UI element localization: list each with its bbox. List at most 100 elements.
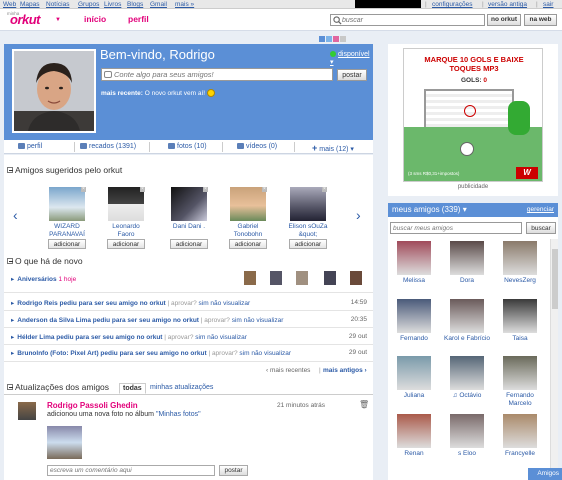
birthdays-row[interactable]: ▸ Aniversários 1 hoje: [11, 275, 367, 283]
friend-photo[interactable]: ×: [230, 187, 267, 221]
suggested-friends-header[interactable]: Amigos sugeridos pelo orkut: [7, 165, 122, 175]
topbar-link-mais[interactable]: mais »: [175, 0, 194, 9]
topbar-link-blogs[interactable]: Blogs: [127, 0, 143, 9]
friend-name[interactable]: NevesZerg: [497, 277, 543, 285]
view-link[interactable]: visualizar: [223, 300, 250, 307]
friend-card[interactable]: Karol e Fabrício: [444, 299, 490, 343]
topbar-link-mapas[interactable]: Mapas: [20, 0, 40, 9]
nav-tab-perfil[interactable]: perfil: [128, 14, 149, 24]
friend-card[interactable]: Fernando Marcelo: [497, 356, 543, 408]
post-button[interactable]: postar: [337, 69, 367, 81]
friend-photo[interactable]: [450, 299, 484, 333]
search-orkut-button[interactable]: no orkut: [487, 14, 521, 26]
tab-videos[interactable]: vídeos (0): [237, 143, 277, 150]
avatar[interactable]: [12, 49, 96, 133]
friend-card[interactable]: Fernando: [391, 299, 437, 343]
friend-name[interactable]: Juliana: [391, 392, 437, 400]
close-icon[interactable]: ×: [322, 187, 327, 192]
friend-photo[interactable]: [397, 299, 431, 333]
tab-all-updates[interactable]: todas: [119, 383, 146, 394]
comment-post-button[interactable]: postar: [219, 465, 248, 476]
friend-name[interactable]: Francyelle: [497, 450, 543, 458]
approve-no-link[interactable]: não: [251, 350, 262, 357]
topbar-link-noticias[interactable]: Notícias: [46, 0, 69, 9]
friend-photo[interactable]: [450, 356, 484, 390]
close-icon[interactable]: ×: [81, 187, 86, 192]
friend-thumbnail[interactable]: [270, 271, 282, 285]
approve-no-link[interactable]: não: [244, 317, 255, 324]
recent-status-link[interactable]: O novo orkut vem aí!: [145, 90, 205, 97]
topbar-link-gmail[interactable]: Gmail: [150, 0, 167, 9]
album-link[interactable]: "Minhas fotos": [156, 411, 201, 418]
theme-color-grey[interactable]: [340, 36, 346, 42]
topbar-link-grupos[interactable]: Grupos: [78, 0, 99, 9]
news-header[interactable]: O que há de novo: [7, 256, 83, 266]
friends-search-box[interactable]: [390, 222, 522, 234]
tab-my-updates[interactable]: minhas atualizações: [150, 384, 213, 391]
collapse-icon[interactable]: [7, 258, 13, 264]
friend-card[interactable]: NevesZerg: [497, 241, 543, 285]
orkut-logo[interactable]: minha orkut ▼: [7, 10, 61, 30]
friend-photo[interactable]: [397, 356, 431, 390]
trash-icon[interactable]: 🗑: [359, 400, 369, 409]
status-post-box[interactable]: [101, 68, 333, 81]
older-link[interactable]: mais antigos ›: [323, 367, 367, 374]
friend-thumbnail[interactable]: [244, 271, 256, 285]
friend-name[interactable]: Fernando: [391, 335, 437, 343]
status-post-input[interactable]: [114, 69, 329, 80]
add-friend-button[interactable]: adicionar: [48, 239, 86, 249]
approve-yes-link[interactable]: sim: [199, 300, 209, 307]
avatar[interactable]: [18, 402, 36, 420]
friend-thumbnail[interactable]: [324, 271, 336, 285]
friend-card[interactable]: Taisa: [497, 299, 543, 343]
friend-photo[interactable]: [397, 241, 431, 275]
view-link[interactable]: visualizar: [256, 317, 283, 324]
chevron-right-icon[interactable]: ›: [356, 207, 361, 223]
tab-mais[interactable]: + mais (12) ▾: [312, 143, 354, 153]
close-icon[interactable]: ×: [262, 187, 267, 192]
collapse-icon[interactable]: [7, 384, 13, 390]
theme-color-light-blue[interactable]: [326, 36, 332, 42]
theme-color-blue[interactable]: [319, 36, 325, 42]
tab-fotos[interactable]: fotos (10): [168, 143, 207, 150]
friend-card[interactable]: Francyelle: [497, 414, 543, 458]
ad-banner[interactable]: MARQUE 10 GOLS E BAIXE TOQUES MP3 GOLS: 0…: [403, 48, 543, 182]
approve-yes-link[interactable]: sim: [239, 350, 249, 357]
friend-thumbnail[interactable]: [296, 271, 308, 285]
friend-name[interactable]: Fernando Marcelo: [497, 392, 543, 408]
topbar-link-versao-antiga[interactable]: versão antiga: [488, 0, 527, 9]
friend-card[interactable]: s Eloo: [444, 414, 490, 458]
camera-icon[interactable]: [104, 71, 112, 78]
nav-tab-inicio[interactable]: início: [84, 14, 106, 24]
status-selector[interactable]: disponível ▾: [330, 51, 373, 66]
add-friend-button[interactable]: adicionar: [289, 239, 327, 249]
friend-photo[interactable]: [503, 241, 537, 275]
friend-photo[interactable]: [503, 299, 537, 333]
chat-bar[interactable]: Amigos: [528, 468, 562, 480]
friend-photo[interactable]: [503, 414, 537, 448]
view-link[interactable]: visualizar: [220, 334, 247, 341]
friend-photo[interactable]: ×: [49, 187, 86, 221]
comment-input[interactable]: [48, 466, 213, 475]
friend-card[interactable]: Melissa: [391, 241, 437, 285]
friend-name[interactable]: Dora: [444, 277, 490, 285]
add-friend-button[interactable]: adicionar: [107, 239, 145, 249]
close-icon[interactable]: ×: [203, 187, 208, 192]
search-web-button[interactable]: na web: [524, 14, 557, 26]
view-link[interactable]: visualizar: [264, 350, 291, 357]
friend-name[interactable]: Melissa: [391, 277, 437, 285]
global-search-box[interactable]: [330, 14, 485, 26]
chevron-left-icon[interactable]: ‹: [13, 207, 18, 223]
approve-no-link[interactable]: não: [207, 334, 218, 341]
topbar-link-sair[interactable]: sair: [543, 0, 553, 9]
friend-photo[interactable]: ×: [290, 187, 327, 221]
topbar-link-web[interactable]: Web: [3, 0, 16, 9]
more-recent-link[interactable]: ‹ mais recentes: [266, 367, 310, 374]
add-friend-button[interactable]: adicionar: [229, 239, 267, 249]
update-photo[interactable]: [47, 426, 82, 459]
approve-no-link[interactable]: não: [210, 300, 221, 307]
friend-photo[interactable]: [450, 414, 484, 448]
friend-photo[interactable]: [503, 356, 537, 390]
tab-perfil[interactable]: perfil: [18, 143, 42, 150]
comment-field[interactable]: [47, 465, 215, 476]
